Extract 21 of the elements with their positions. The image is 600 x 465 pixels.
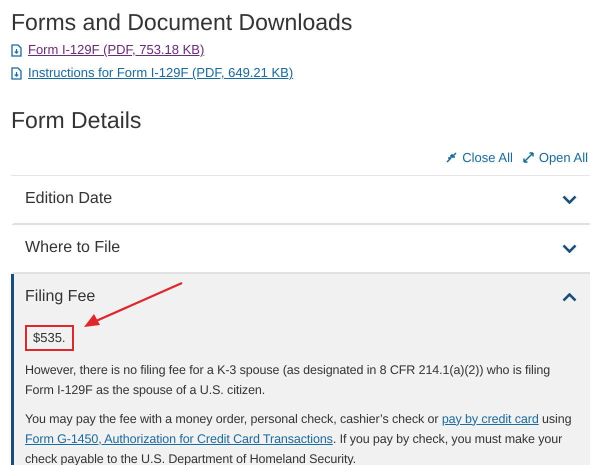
close-all-button[interactable]: Close All: [446, 148, 513, 168]
chevron-down-icon: [562, 194, 577, 204]
collapse-icon: [446, 152, 458, 164]
paragraph: You may pay the fee with a money order, personal check, cashier’s check or pay by credit card using Form G-1450, Authorization for Credit Card Transactions. If you pay by check, you must make your check payable to the U.S. Department of Homeland Security.: [25, 410, 572, 465]
open-all-button[interactable]: Open All: [522, 148, 588, 168]
text-link[interactable]: Form G-1450, Authorization for Credit Card Transactions: [25, 432, 333, 446]
section-heading: Form Details: [11, 106, 142, 134]
file-download-icon: [11, 44, 22, 56]
paragraph: However, there is no filing fee for a K-3 spouse (as designated in 8 CFR 214.1(a)(2)) who is filing Form I-129F as the spouse of a U.S. citizen.: [25, 362, 552, 399]
fee-amount: $535.: [25, 324, 74, 350]
download-link[interactable]: Form I-129F (PDF, 753.18 KB): [28, 42, 204, 58]
text-link[interactable]: pay by credit card: [442, 412, 539, 426]
file-download-icon: [11, 66, 22, 80]
section-heading: Forms and Document Downloads: [11, 8, 354, 36]
download-link[interactable]: Instructions for Form I-129F (PDF, 649.21 KB): [28, 65, 294, 81]
accordion-header[interactable]: Edition Date: [14, 176, 590, 222]
chevron-up-icon: [562, 292, 577, 302]
expand-icon: [522, 152, 534, 164]
chevron-down-icon: [562, 244, 577, 252]
accordion-header[interactable]: Where to File: [14, 224, 590, 272]
accordion-header[interactable]: Filing Fee: [14, 274, 590, 320]
